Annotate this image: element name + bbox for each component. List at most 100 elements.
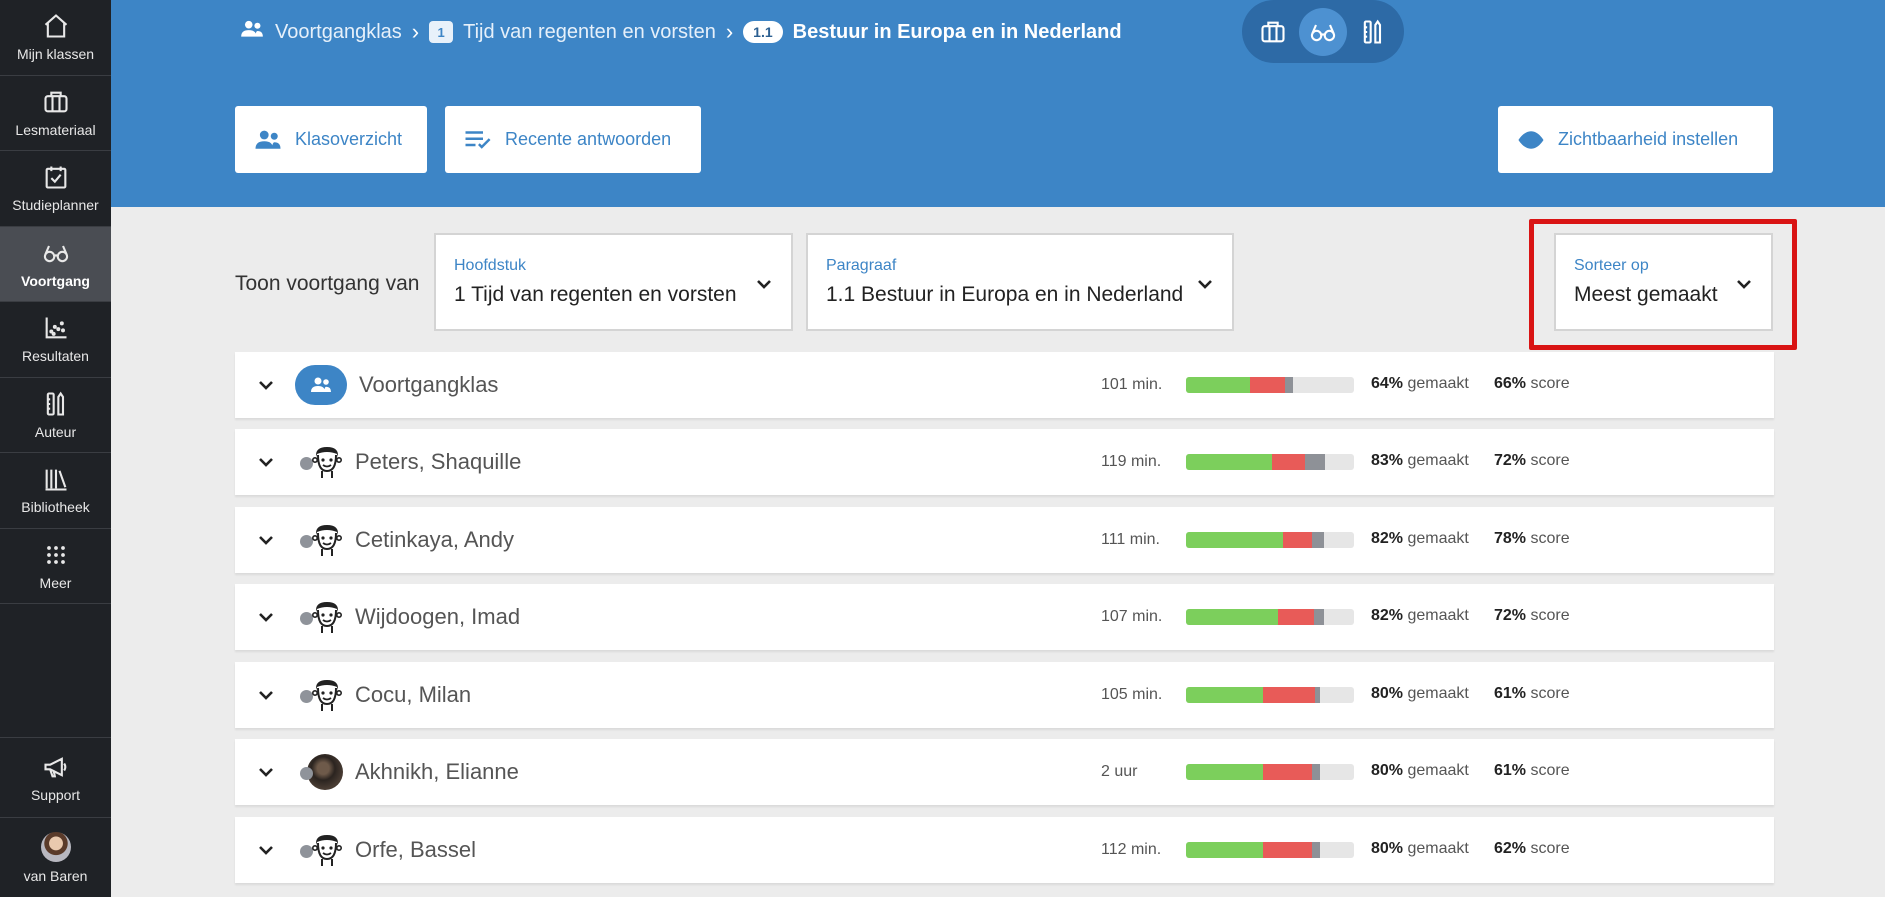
progress-other <box>1285 377 1294 393</box>
scatter-chart-icon <box>45 317 66 339</box>
sidebar-item-mijn-klassen[interactable]: Mijn klassen <box>0 0 111 76</box>
row-score: 61% score <box>1494 685 1570 702</box>
sidebar-item-auteur[interactable]: Auteur <box>0 378 111 453</box>
breadcrumb-class[interactable]: Voortgangklas <box>275 21 402 44</box>
status-dot <box>300 767 313 780</box>
progress-bar <box>1186 764 1354 780</box>
user-name: van Baren <box>23 867 88 884</box>
mode-lesmateriaal-button[interactable] <box>1249 8 1297 56</box>
row-score: 61% score <box>1494 762 1570 779</box>
progress-wrong <box>1249 377 1286 393</box>
progress-wrong <box>1263 764 1312 780</box>
progress-wrong <box>1263 842 1312 858</box>
avatar <box>40 831 71 862</box>
student-avatar-icon <box>311 680 342 711</box>
section-number-badge: 1.1 <box>743 21 783 43</box>
chevron-down-icon[interactable] <box>257 531 275 549</box>
table-row[interactable]: Akhnikh, Elianne 2 uur 80% gemaakt 61% s… <box>235 739 1774 805</box>
row-made: 82% gemaakt <box>1371 530 1469 547</box>
chevron-down-icon[interactable] <box>257 453 275 471</box>
recente-antwoorden-label: Recente antwoorden <box>505 129 672 149</box>
progress-bar <box>1186 454 1354 470</box>
progress-correct <box>1186 842 1264 858</box>
chevron-down-icon[interactable] <box>257 763 275 781</box>
chevron-down-icon[interactable] <box>257 841 275 859</box>
chevron-right-icon: › <box>411 19 420 44</box>
hoofdstuk-select[interactable]: Hoofdstuk 1 Tijd van regenten en vorsten <box>434 233 793 331</box>
mode-auteur-button[interactable] <box>1349 8 1397 56</box>
megaphone-icon <box>43 756 66 777</box>
mode-switcher <box>1242 0 1404 63</box>
sidebar-item-label: Lesmateriaal <box>15 121 96 138</box>
chevron-down-icon[interactable] <box>257 376 275 394</box>
sidebar-item-bibliotheek[interactable]: Bibliotheek <box>0 453 111 529</box>
zichtbaarheid-label: Zichtbaarheid instellen <box>1558 129 1739 149</box>
row-name: Cocu, Milan <box>355 682 472 707</box>
list-check-icon <box>465 130 491 149</box>
klasoverzicht-label: Klasoverzicht <box>295 129 403 149</box>
student-avatar-icon <box>311 525 342 556</box>
sidebar-item-label: Bibliotheek <box>21 499 90 516</box>
table-row[interactable]: Cocu, Milan 105 min. 80% gemaakt 61% sco… <box>235 662 1774 728</box>
row-time: 107 min. <box>1101 608 1163 625</box>
chevron-down-icon <box>755 275 773 293</box>
progress-correct <box>1186 532 1284 548</box>
sidebar-item-resultaten[interactable]: Resultaten <box>0 302 111 378</box>
row-name: Orfe, Bassel <box>355 837 477 862</box>
klasoverzicht-button[interactable]: Klasoverzicht <box>235 106 427 173</box>
paragraaf-value: 1.1 Bestuur in Europa en in Nederland <box>826 283 1184 306</box>
sidebar-item-lesmateriaal[interactable]: Lesmateriaal <box>0 76 111 151</box>
table-row[interactable]: Peters, Shaquille 119 min. 83% gemaakt 7… <box>235 429 1774 495</box>
progress-wrong <box>1283 532 1312 548</box>
pencil-ruler-icon <box>1363 19 1382 44</box>
row-time: 101 min. <box>1101 376 1163 393</box>
progress-other <box>1311 842 1321 858</box>
row-made: 64% gemaakt <box>1371 375 1469 392</box>
class-summary-row[interactable]: Voortgangklas 101 min. 64% gemaakt 66% s… <box>235 352 1774 418</box>
sidebar-bottom: Support van Baren <box>0 737 111 897</box>
row-time: 105 min. <box>1101 686 1163 703</box>
row-score: 78% score <box>1494 530 1570 547</box>
chevron-down-icon[interactable] <box>257 608 275 626</box>
support-label: Support <box>30 786 81 803</box>
student-avatar-icon <box>311 447 342 478</box>
group-icon <box>295 365 347 405</box>
sidebar-item-voortgang[interactable]: Voortgang <box>0 226 111 302</box>
row-made: 80% gemaakt <box>1371 685 1469 702</box>
row-score: 72% score <box>1494 452 1570 469</box>
table-row[interactable]: Wijdoogen, Imad 107 min. 82% gemaakt 72%… <box>235 584 1774 650</box>
header: Voortgangklas › 1 Tijd van regenten en v… <box>111 0 1885 207</box>
highlight-box <box>1529 219 1797 350</box>
paragraaf-select[interactable]: Paragraaf 1.1 Bestuur in Europa en in Ne… <box>806 233 1234 331</box>
sidebar-item-meer[interactable]: Meer <box>0 529 111 604</box>
breadcrumb-section: Bestuur in Europa en in Nederland <box>792 20 1122 43</box>
progress-correct <box>1186 609 1279 625</box>
breadcrumb: Voortgangklas › 1 Tijd van regenten en v… <box>239 18 1122 46</box>
table-row[interactable]: Cetinkaya, Andy 111 min. 82% gemaakt 78%… <box>235 507 1774 573</box>
sidebar: Mijn klassen Lesmateriaal Studieplanner … <box>0 0 111 897</box>
chevron-down-icon[interactable] <box>257 686 275 704</box>
sidebar-item-user[interactable]: van Baren <box>0 817 111 897</box>
zichtbaarheid-instellen-button[interactable]: Zichtbaarheid instellen <box>1498 106 1773 173</box>
row-score: 66% score <box>1494 375 1570 392</box>
progress-other <box>1311 532 1324 548</box>
hoofdstuk-caption: Hoofdstuk <box>454 257 527 274</box>
progress-bar <box>1186 842 1354 858</box>
sidebar-item-label: Voortgang <box>21 272 90 289</box>
breadcrumb-chapter[interactable]: Tijd van regenten en vorsten <box>463 21 716 44</box>
table-row[interactable]: Orfe, Bassel 112 min. 80% gemaakt 62% sc… <box>235 817 1774 883</box>
sidebar-item-label: Auteur <box>34 423 77 440</box>
progress-other <box>1315 687 1321 703</box>
mode-voortgang-button[interactable] <box>1299 7 1347 56</box>
sidebar-item-support[interactable]: Support <box>0 737 111 817</box>
sidebar-item-label: Studieplanner <box>12 197 99 214</box>
row-name: Peters, Shaquille <box>355 449 522 474</box>
student-avatar-icon <box>311 602 342 633</box>
progress-bar <box>1186 532 1354 548</box>
briefcase-icon <box>43 91 68 113</box>
row-time: 112 min. <box>1101 841 1162 858</box>
recente-antwoorden-button[interactable]: Recente antwoorden <box>445 106 701 173</box>
sidebar-item-studieplanner[interactable]: Studieplanner <box>0 151 111 227</box>
progress-other <box>1311 764 1321 780</box>
home-icon <box>44 14 67 38</box>
